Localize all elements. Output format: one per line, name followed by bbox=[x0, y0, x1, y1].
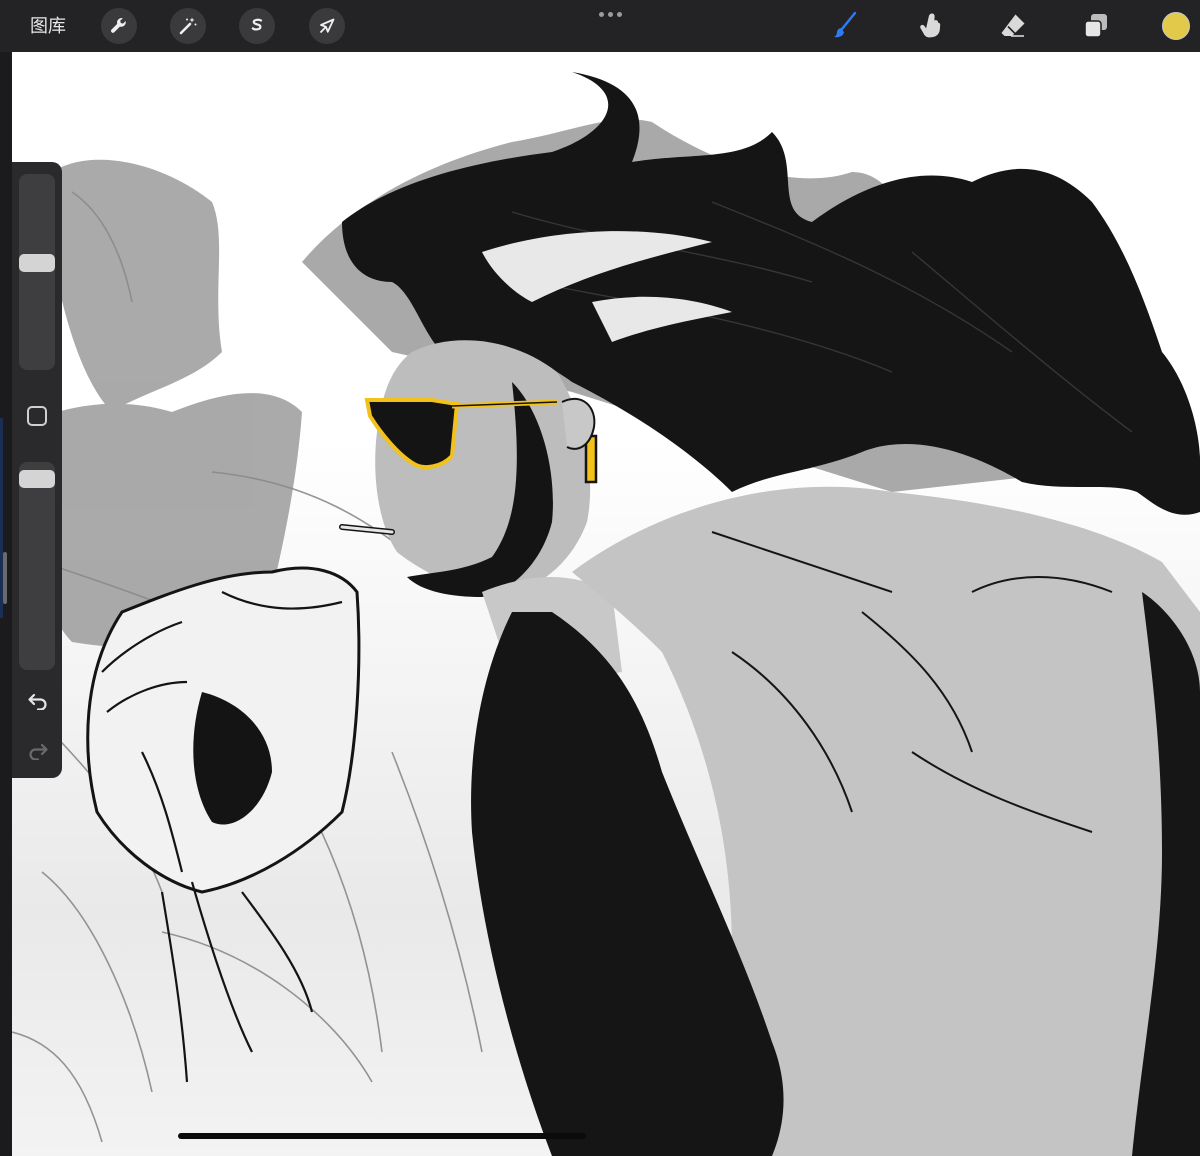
brush-icon bbox=[834, 11, 857, 38]
drawing-canvas[interactable] bbox=[12, 52, 1200, 1156]
left-sidebar bbox=[12, 162, 62, 778]
paint-tool-button[interactable] bbox=[828, 8, 864, 44]
eraser-icon bbox=[1001, 14, 1025, 37]
brush-size-slider[interactable] bbox=[19, 174, 55, 370]
opacity-thumb[interactable] bbox=[19, 470, 55, 488]
current-color-swatch[interactable] bbox=[1162, 12, 1190, 40]
redo-arrow-icon bbox=[29, 743, 48, 760]
brush-size-thumb[interactable] bbox=[19, 254, 55, 272]
opacity-slider[interactable] bbox=[19, 462, 55, 670]
layers-button[interactable] bbox=[1078, 8, 1114, 44]
home-indicator[interactable] bbox=[178, 1133, 586, 1139]
gallery-button[interactable]: 图库 bbox=[30, 13, 66, 39]
more-options-button[interactable] bbox=[592, 6, 628, 22]
arrow-cursor-icon bbox=[319, 18, 335, 34]
undo-button[interactable] bbox=[25, 690, 51, 712]
wrench-icon bbox=[111, 18, 126, 33]
undo-arrow-icon bbox=[28, 693, 47, 710]
smudge-finger-icon bbox=[920, 13, 941, 38]
selection-s-icon bbox=[251, 18, 263, 31]
adjustments-button[interactable] bbox=[170, 8, 206, 44]
ellipsis-icon bbox=[598, 11, 604, 17]
transform-button[interactable] bbox=[309, 8, 345, 44]
magic-wand-icon bbox=[179, 17, 197, 35]
layers-icon bbox=[1084, 14, 1107, 38]
smudge-tool-button[interactable] bbox=[912, 8, 948, 44]
erase-tool-button[interactable] bbox=[995, 8, 1031, 44]
selection-button[interactable] bbox=[239, 8, 275, 44]
redo-button[interactable] bbox=[25, 740, 51, 762]
artwork-illustration bbox=[12, 72, 1200, 1156]
actions-button[interactable] bbox=[101, 8, 137, 44]
top-toolbar: 图库 bbox=[0, 0, 1200, 52]
sidebar-drag-handle[interactable] bbox=[3, 552, 7, 604]
square-modify-icon[interactable] bbox=[27, 406, 47, 426]
